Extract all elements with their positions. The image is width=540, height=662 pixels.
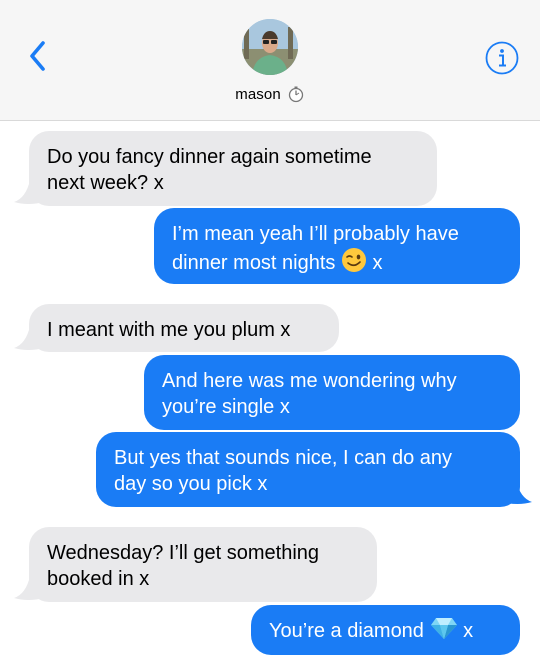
message-bubble-received[interactable]: I meant with me you plum x: [29, 304, 339, 352]
message-text: I’m mean yeah I’ll probably have dinner …: [172, 223, 459, 274]
message-bubble-sent[interactable]: But yes that sounds nice, I can do any d…: [96, 432, 520, 507]
message-bubble-sent[interactable]: And here was me wondering why you’re sin…: [144, 355, 520, 430]
contact-name-row[interactable]: mason: [0, 82, 540, 106]
chevron-left-icon: [30, 41, 45, 71]
message-bubble-received[interactable]: Do you fancy dinner again sometime next …: [29, 131, 437, 206]
stopwatch-icon: [287, 85, 305, 103]
message-bubble-received[interactable]: Wednesday? I’ll get something booked in …: [29, 527, 377, 602]
conversation-header: mason: [0, 0, 540, 121]
message-bubble-sent[interactable]: I’m mean yeah I’ll probably have dinner …: [154, 208, 520, 284]
info-button[interactable]: [484, 40, 520, 76]
winking-face-emoji: [341, 247, 367, 280]
message-text: x: [463, 619, 474, 642]
back-button[interactable]: [24, 38, 54, 74]
info-circle-icon: [485, 41, 519, 75]
gem-stone-emoji: [430, 616, 458, 647]
message-text: x: [372, 251, 383, 274]
avatar[interactable]: [242, 19, 298, 75]
message-bubble-sent[interactable]: You’re a diamond x: [251, 605, 520, 655]
contact-name[interactable]: mason: [235, 86, 281, 103]
avatar-photo: [242, 19, 298, 75]
message-text: You’re a diamond: [269, 619, 424, 642]
